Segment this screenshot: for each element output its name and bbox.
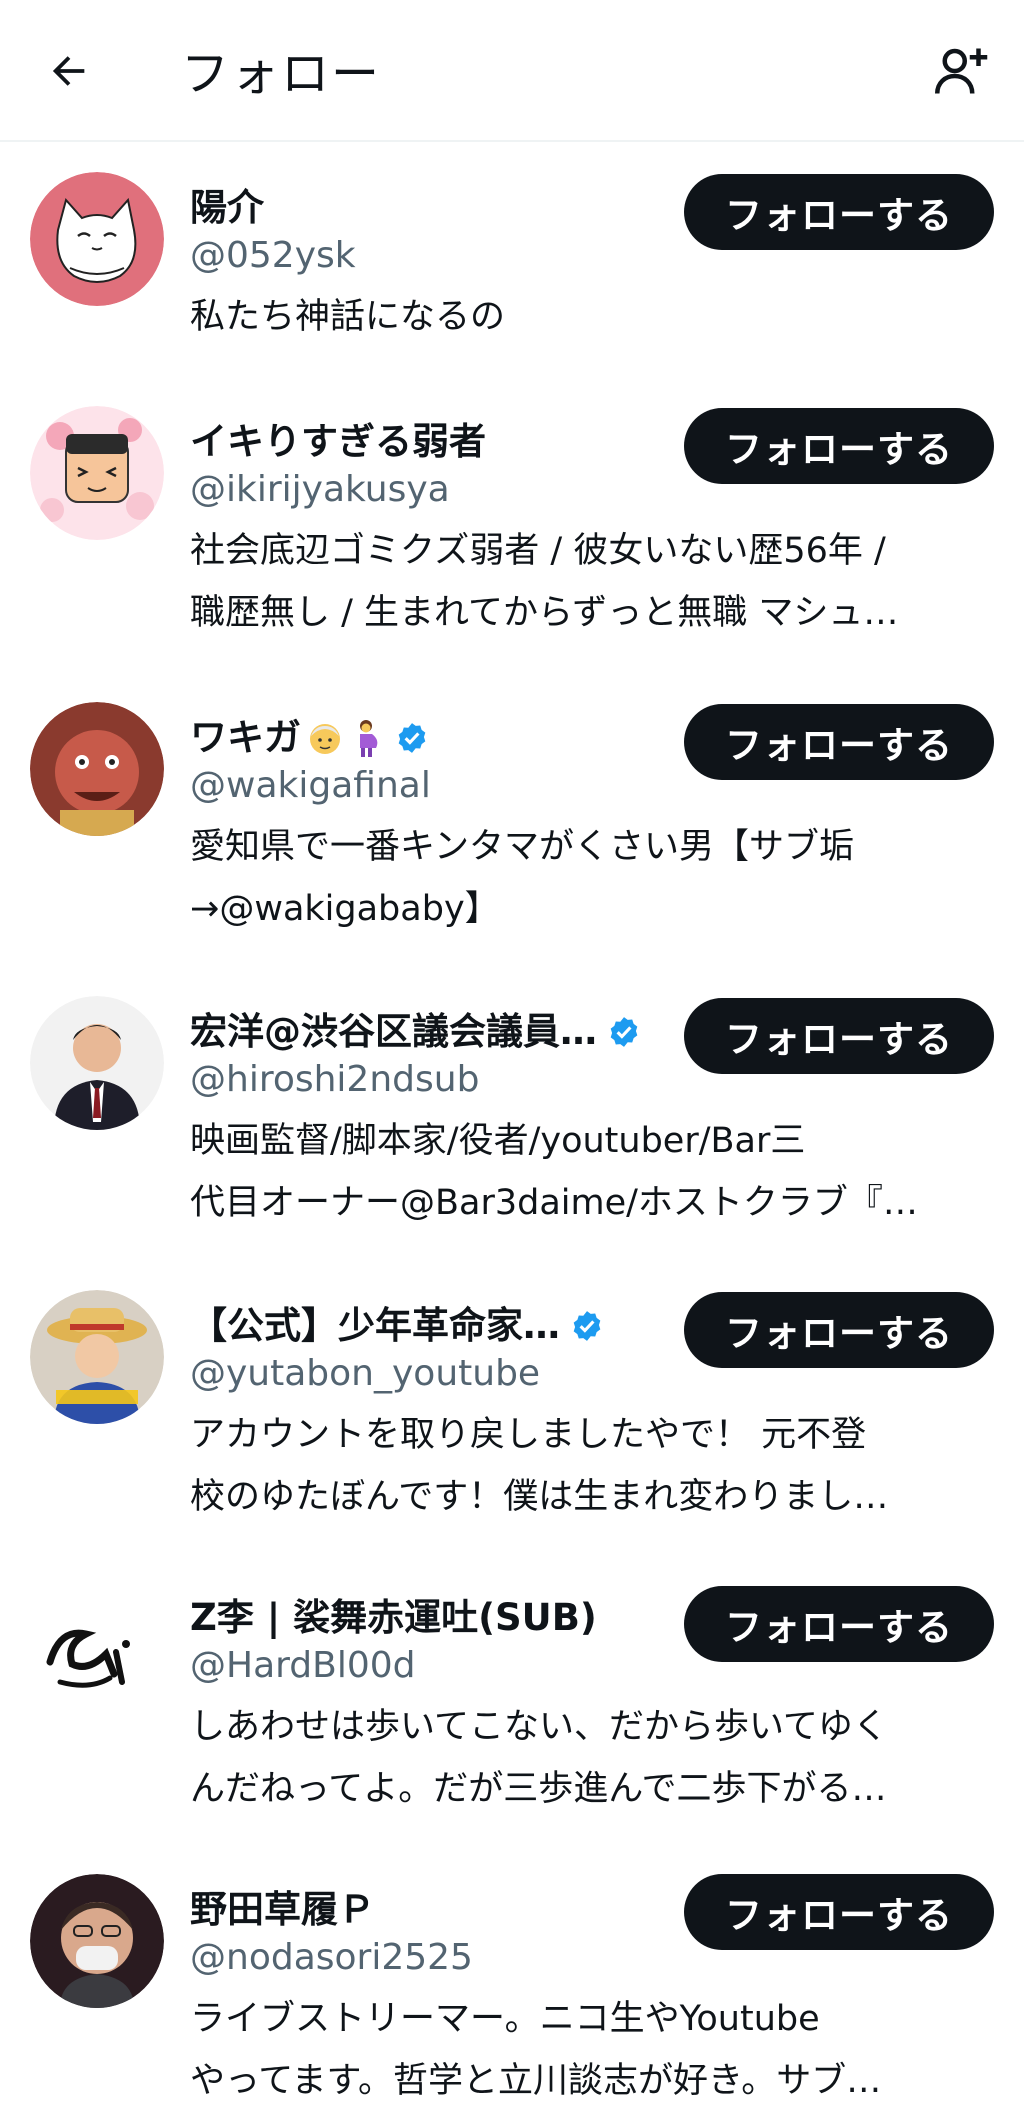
bio-line: んだねってよ。だが三歩進んで二歩下がる… [190,1769,887,1809]
bio-line: 代目オーナー@Bar3daime/ホストクラブ『… [190,1183,918,1223]
follow-button[interactable]: フォローする [684,1874,994,1950]
avatar[interactable] [30,406,164,540]
user-name[interactable]: 【公式】少年革命家… [190,1300,560,1352]
verified-badge-icon [610,1017,638,1047]
user-handle[interactable]: @nodasori2525 [190,1935,473,1981]
follow-button[interactable]: フォローする [684,1586,994,1662]
user-name[interactable]: ワキガ [190,712,301,764]
follow-button[interactable]: フォローする [684,998,994,1074]
follow-button[interactable]: フォローする [684,408,994,484]
user-row[interactable]: ワキガ @wakigafinal 愛知県で一番キンタマがくさい男【サブ垢 →@w… [0,672,1024,966]
user-name[interactable]: 宏洋@渋谷区議会議員… [190,1006,597,1058]
avatar[interactable] [30,996,164,1130]
top-bar: フォロー [0,0,1024,142]
user-row[interactable]: 宏洋@渋谷区議会議員… @hiroshi2ndsub 映画監督/脚本家/役者/y… [0,966,1024,1260]
bio-line: しあわせは歩いてこない、だから歩いてゆく [190,1707,888,1747]
follow-button[interactable]: フォローする [684,704,994,780]
user-bio: 社会底辺ゴミクズ弱者 / 彼女いない歴56年 / 職歴無し / 生まれてからずっ… [190,520,995,644]
bio-line: 私たち神話になるの [190,297,506,337]
verified-badge-icon [398,723,426,753]
avatar[interactable] [30,702,164,836]
bio-line: →@wakigababy】 [190,889,500,929]
follow-button[interactable]: フォローする [684,174,994,250]
user-row[interactable]: 陽介 @052ysk 私たち神話になるの フォローする [0,142,1024,378]
user-name[interactable]: イキりすぎる弱者 [190,416,486,468]
avatar[interactable] [30,1582,164,1716]
follow-button[interactable]: フォローする [684,1292,994,1368]
user-bio: アカウントを取り戻しましたやで！ 元不登 校のゆたぼんです！僕は生まれ変わりまし… [190,1404,995,1528]
user-row[interactable]: 【公式】少年革命家… @yutabon_youtube アカウントを取り戻しまし… [0,1260,1024,1554]
person-plus-icon [935,48,988,94]
user-bio: ライブストリーマー。ニコ生やYoutube やってます。哲学と立川談志が好き。サ… [190,1988,995,2112]
user-handle[interactable]: @yutabon_youtube [190,1351,540,1397]
user-bio: 愛知県で一番キンタマがくさい男【サブ垢 →@wakigababy】 [190,816,995,940]
bio-line: 映画監督/脚本家/役者/youtuber/Bar三 [190,1121,806,1161]
user-bio: 映画監督/脚本家/役者/youtuber/Bar三 代目オーナー@Bar3dai… [190,1110,995,1234]
add-user-button[interactable] [928,38,994,104]
user-handle[interactable]: @HardBl00d [190,1643,416,1689]
page-title: フォロー [181,46,382,102]
bio-line: 愛知県で一番キンタマがくさい男【サブ垢 [190,827,854,867]
user-name[interactable]: Z李 | 裟舞赤運吐(SUB) [190,1592,597,1644]
back-button[interactable] [38,40,100,102]
avatar[interactable] [30,1874,164,2008]
user-handle[interactable]: @ikirijyakusya [190,467,450,513]
bio-line: アカウントを取り戻しましたやで！ 元不登 [190,1415,867,1455]
bio-line: 職歴無し / 生まれてからずっと無職 マシュ… [190,593,899,633]
avatar[interactable] [30,172,164,306]
user-row[interactable]: 野田草履Ｐ @nodasori2525 ライブストリーマー。ニコ生やYoutub… [0,1844,1024,2101]
pregnant-woman-emoji-icon [360,720,378,757]
user-row[interactable]: イキりすぎる弱者 @ikirijyakusya 社会底辺ゴミクズ弱者 / 彼女い… [0,378,1024,672]
verified-badge-icon [573,1311,601,1341]
user-handle[interactable]: @hiroshi2ndsub [190,1057,479,1103]
avatar[interactable] [30,1290,164,1424]
user-row[interactable]: Z李 | 裟舞赤運吐(SUB) @HardBl00d しあわせは歩いてこない、だ… [0,1554,1024,1844]
user-handle[interactable]: @wakigafinal [190,763,431,809]
user-bio: 私たち神話になるの [190,286,995,348]
bio-line: 校のゆたぼんです！僕は生まれ変わりまし… [190,1477,889,1517]
user-bio: しあわせは歩いてこない、だから歩いてゆく んだねってよ。だが三歩進んで二歩下がる… [190,1696,995,1820]
user-handle[interactable]: @052ysk [190,233,356,279]
user-name[interactable]: 陽介 [190,182,264,234]
bio-line: やってます。哲学と立川談志が好き。サブ… [190,2061,882,2101]
arrow-left-icon [52,56,85,86]
user-name[interactable]: 野田草履Ｐ [190,1884,375,1936]
bio-line: 社会底辺ゴミクズ弱者 / 彼女いない歴56年 / [190,531,886,571]
old-man-emoji-icon [310,724,340,754]
bio-line: ライブストリーマー。ニコ生やYoutube [190,1999,820,2039]
